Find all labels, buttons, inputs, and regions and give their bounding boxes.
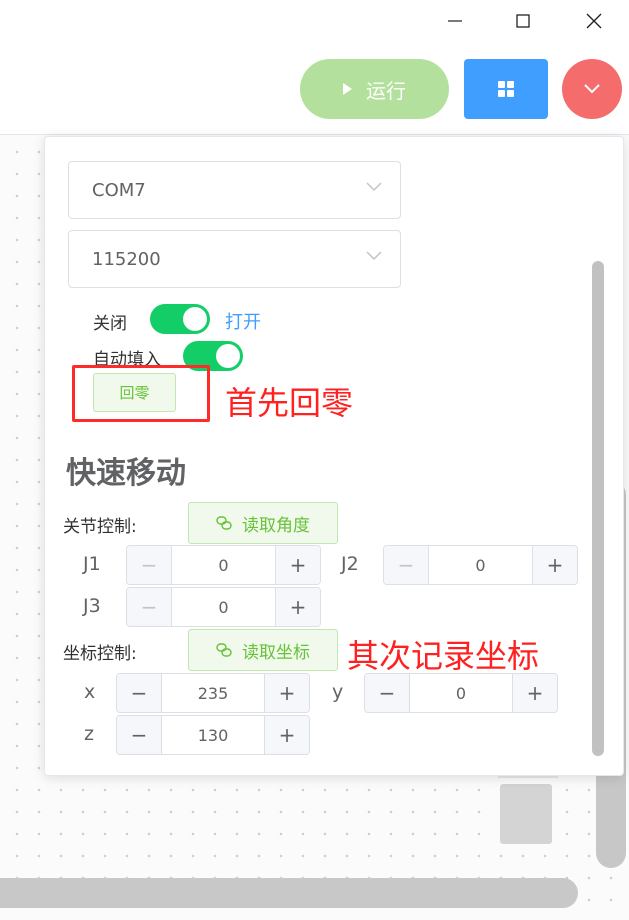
read-coord-button[interactable]: 读取坐标 [188,629,338,671]
port-select[interactable]: COM7 [68,161,401,219]
close-icon [586,13,602,29]
j2-stepper[interactable]: − 0 + [383,545,578,585]
x-increase-button[interactable]: + [264,674,309,712]
minimize-icon [448,20,462,22]
j2-decrease-button[interactable]: − [384,546,429,584]
x-decrease-button[interactable]: − [117,674,162,712]
play-icon [343,83,352,95]
z-label: z [84,723,94,745]
z-increase-button[interactable]: + [264,716,309,754]
j1-increase-button[interactable]: + [275,546,320,584]
grid-icon [498,81,514,97]
run-label: 运行 [366,78,406,103]
annotation-second: 其次记录坐标 [347,637,540,675]
j2-increase-button[interactable]: + [532,546,577,584]
coord-control-label: 坐标控制: [63,644,137,664]
switch-knob [183,307,207,331]
grid-menu-button[interactable] [464,59,548,119]
annotation-first: 首先回零 [225,384,354,422]
j1-value[interactable]: 0 [172,546,275,584]
highlight-box [72,365,210,422]
read-angle-label: 读取角度 [242,515,310,536]
x-stepper[interactable]: − 235 + [116,673,310,713]
quick-move-title: 快速移动 [66,456,186,491]
x-label: x [84,681,96,703]
j2-value[interactable]: 0 [429,546,532,584]
z-decrease-button[interactable]: − [117,716,162,754]
chevron-down-icon [584,84,600,94]
power-on-label: 打开 [225,312,261,333]
switch-knob [216,344,240,368]
chevron-down-icon [366,182,382,192]
read-coord-label: 读取坐标 [242,642,310,663]
canvas-node[interactable] [500,784,552,844]
run-button[interactable]: 运行 [300,59,449,119]
j1-decrease-button[interactable]: − [127,546,172,584]
j3-stepper[interactable]: − 0 + [126,587,321,627]
y-value[interactable]: 0 [410,674,512,712]
j3-increase-button[interactable]: + [275,588,320,626]
y-increase-button[interactable]: + [512,674,557,712]
z-value[interactable]: 130 [162,716,264,754]
read-angle-button[interactable]: 读取角度 [188,502,338,544]
y-label: y [332,681,344,703]
y-stepper[interactable]: − 0 + [364,673,558,713]
chevron-down-icon [366,251,382,261]
j3-value[interactable]: 0 [172,588,275,626]
maximize-icon [516,14,530,28]
maximize-button[interactable] [508,8,538,34]
port-value: COM7 [92,179,146,201]
baud-select[interactable]: 115200 [68,230,401,288]
j1-stepper[interactable]: − 0 + [126,545,321,585]
j2-label: J2 [341,553,359,575]
j3-label: J3 [83,595,101,617]
x-value[interactable]: 235 [162,674,264,712]
y-decrease-button[interactable]: − [365,674,410,712]
baud-value: 115200 [92,248,161,270]
panel-scrollbar[interactable] [592,261,604,756]
link-icon [216,516,232,530]
panel-toggle-button[interactable] [562,59,622,119]
j3-decrease-button[interactable]: − [127,588,172,626]
z-stepper[interactable]: − 130 + [116,715,310,755]
power-off-label: 关闭 [93,314,127,334]
power-switch[interactable] [150,304,210,334]
close-button[interactable] [579,8,609,34]
joint-control-label: 关节控制: [63,517,137,537]
link-icon [216,643,232,657]
j1-label: J1 [83,553,101,575]
canvas-horizontal-scrollbar[interactable] [0,878,578,908]
minimize-button[interactable] [440,8,470,34]
